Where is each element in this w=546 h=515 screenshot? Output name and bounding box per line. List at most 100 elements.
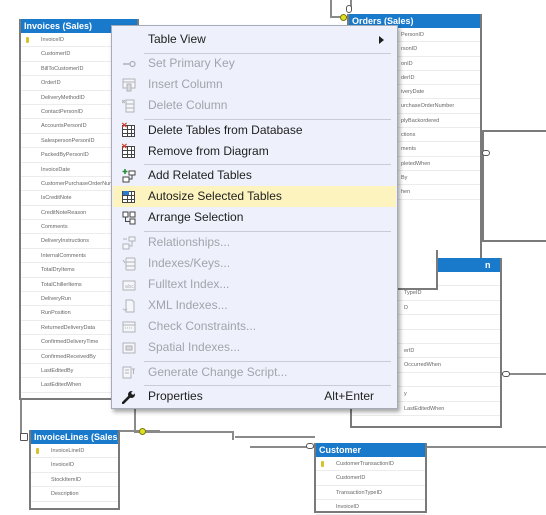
- column-name: AccountsPersonID: [41, 123, 87, 130]
- menu-item-generate-change-script[interactable]: Generate Change Script...: [113, 362, 396, 383]
- column-name: InternalComments: [41, 252, 86, 259]
- menu-item-label: Delete Column: [148, 98, 228, 112]
- delete-column-icon: [121, 98, 136, 113]
- menu-item-shortcut: Alt+Enter: [324, 389, 374, 403]
- column-name: PackedByPersonID: [41, 152, 89, 159]
- relationship-infinity-end-icon: [502, 371, 510, 377]
- check-constraints-icon: [121, 319, 136, 334]
- menu-item-set-primary-key[interactable]: Set Primary Key: [113, 53, 396, 74]
- spatial-index-icon: [121, 340, 136, 355]
- relationship-line[interactable]: [232, 432, 234, 440]
- menu-item-insert-column[interactable]: Insert Column: [113, 74, 396, 95]
- column-name: InvoiceID: [51, 462, 74, 469]
- wrench-icon: [121, 389, 136, 404]
- menu-item-label: Delete Tables from Database: [148, 123, 303, 137]
- context-menu: Table View Set Primary Key Insert Column…: [111, 25, 398, 409]
- table-column-row[interactable]: CustomerID: [316, 471, 425, 486]
- table-title[interactable]: InvoiceLines (Sales): [31, 430, 118, 444]
- table-column-row[interactable]: Description: [31, 487, 118, 502]
- relationship-line[interactable]: [20, 398, 22, 434]
- column-name: plyBackordered: [401, 117, 440, 124]
- insert-column-icon: [121, 77, 136, 92]
- relationship-infinity-end-icon: [20, 433, 28, 441]
- arrange-selection-icon: [121, 210, 136, 225]
- table-column-row[interactable]: CustomerTransactionID: [316, 457, 425, 472]
- table-column-row[interactable]: StockItemID: [31, 473, 118, 488]
- column-name: ments: [401, 146, 416, 153]
- generate-script-icon: [121, 365, 136, 380]
- relationship-line[interactable]: [330, 0, 332, 16]
- menu-item-check-constraints[interactable]: Check Constraints...: [113, 316, 396, 337]
- column-name: InvoiceLineID: [51, 448, 85, 454]
- menu-item-relationships[interactable]: Relationships...: [113, 232, 396, 253]
- menu-item-label: Properties: [148, 389, 203, 403]
- relationships-icon: [121, 235, 136, 250]
- column-name: hen: [401, 189, 411, 196]
- menu-item-delete-tables-from-database[interactable]: ✕ Delete Tables from Database: [113, 120, 396, 141]
- column-name: InvoiceID: [336, 504, 359, 511]
- menu-item-table-view[interactable]: Table View: [113, 29, 396, 50]
- submenu-arrow-icon: [379, 36, 384, 44]
- menu-item-label: Fulltext Index...: [148, 277, 230, 291]
- menu-item-label: Autosize Selected Tables: [148, 189, 282, 203]
- column-name: TransactionTypeID: [336, 489, 382, 496]
- table-title[interactable]: Customer: [316, 443, 425, 457]
- table-column-row[interactable]: InvoiceLineID: [31, 444, 118, 459]
- menu-item-fulltext-index[interactable]: abc Fulltext Index...: [113, 274, 396, 295]
- indexes-keys-icon: [121, 256, 136, 271]
- column-name: CustomerID: [41, 51, 71, 58]
- relationship-line[interactable]: [235, 436, 315, 438]
- relationship-line[interactable]: [134, 431, 234, 433]
- table-customer-transactions[interactable]: Customer CustomerTransactionID CustomerID…: [314, 443, 427, 515]
- column-name: CreditNoteReason: [41, 209, 87, 216]
- menu-item-add-related-tables[interactable]: Add Related Tables: [113, 165, 396, 186]
- xml-index-icon: [121, 298, 136, 313]
- menu-item-label: Generate Change Script...: [148, 365, 288, 379]
- key-icon: [121, 56, 136, 71]
- menu-item-autosize-selected-tables[interactable]: Autosize Selected Tables: [113, 186, 396, 207]
- table-column-row[interactable]: InvoiceID: [316, 500, 425, 515]
- table-invoicelines[interactable]: InvoiceLines (Sales) InvoiceLineID Invoic…: [29, 430, 120, 510]
- relationship-key-end-icon: [340, 14, 347, 21]
- column-name: DeliveryRun: [41, 296, 71, 303]
- column-name: SalespersonPersonID: [41, 137, 95, 144]
- column-name: LastEditedWhen: [404, 405, 445, 412]
- table-column-row[interactable]: InvoiceID: [31, 458, 118, 473]
- table-column-row[interactable]: TransactionTypeID: [316, 486, 425, 501]
- menu-item-label: Relationships...: [148, 235, 231, 249]
- menu-item-arrange-selection[interactable]: Arrange Selection: [113, 207, 396, 228]
- column-name: LastEditedWhen: [41, 382, 82, 389]
- relationship-line[interactable]: [134, 409, 136, 431]
- menu-item-indexes-keys[interactable]: Indexes/Keys...: [113, 253, 396, 274]
- menu-item-spatial-indexes[interactable]: Spatial Indexes...: [113, 337, 396, 358]
- table-partial-right[interactable]: [482, 130, 546, 242]
- menu-item-properties[interactable]: Properties Alt+Enter: [113, 386, 396, 407]
- column-name: derID: [401, 74, 415, 81]
- column-name: LastEditedBy: [41, 367, 74, 374]
- menu-item-xml-indexes[interactable]: XML Indexes...: [113, 295, 396, 316]
- menu-item-label: Spatial Indexes...: [148, 340, 241, 354]
- column-name: OccurredWhen: [404, 362, 441, 369]
- column-name: y: [404, 391, 407, 398]
- table-partial-middle[interactable]: [396, 250, 438, 290]
- column-name: BillToCustomerID: [41, 65, 84, 72]
- column-name: CustomerTransactionID: [336, 461, 394, 467]
- relationship-infinity-end-icon: [306, 443, 314, 449]
- column-name: D: [404, 304, 408, 311]
- column-name: TotalDryItems: [41, 267, 75, 274]
- column-name: DeliveryMethodID: [41, 94, 85, 101]
- column-name: CustomerID: [336, 475, 366, 482]
- relationship-key-end-icon: [139, 428, 146, 435]
- menu-item-remove-from-diagram[interactable]: ✕ Remove from Diagram: [113, 141, 396, 162]
- column-name: rsonID: [401, 46, 418, 53]
- column-name: IsCreditNote: [41, 195, 72, 202]
- column-name: OrderID: [41, 80, 61, 87]
- menu-item-label: Table View: [148, 32, 206, 46]
- column-name: CustomerPurchaseOrderNumber: [41, 180, 122, 187]
- menu-item-label: Remove from Diagram: [148, 144, 269, 158]
- column-name: InvoiceDate: [41, 166, 71, 173]
- column-name: TotalChillerItems: [41, 281, 82, 288]
- menu-item-delete-column[interactable]: Delete Column: [113, 95, 396, 116]
- menu-item-label: Check Constraints...: [148, 319, 257, 333]
- column-name: ConfirmedDeliveryTime: [41, 339, 99, 346]
